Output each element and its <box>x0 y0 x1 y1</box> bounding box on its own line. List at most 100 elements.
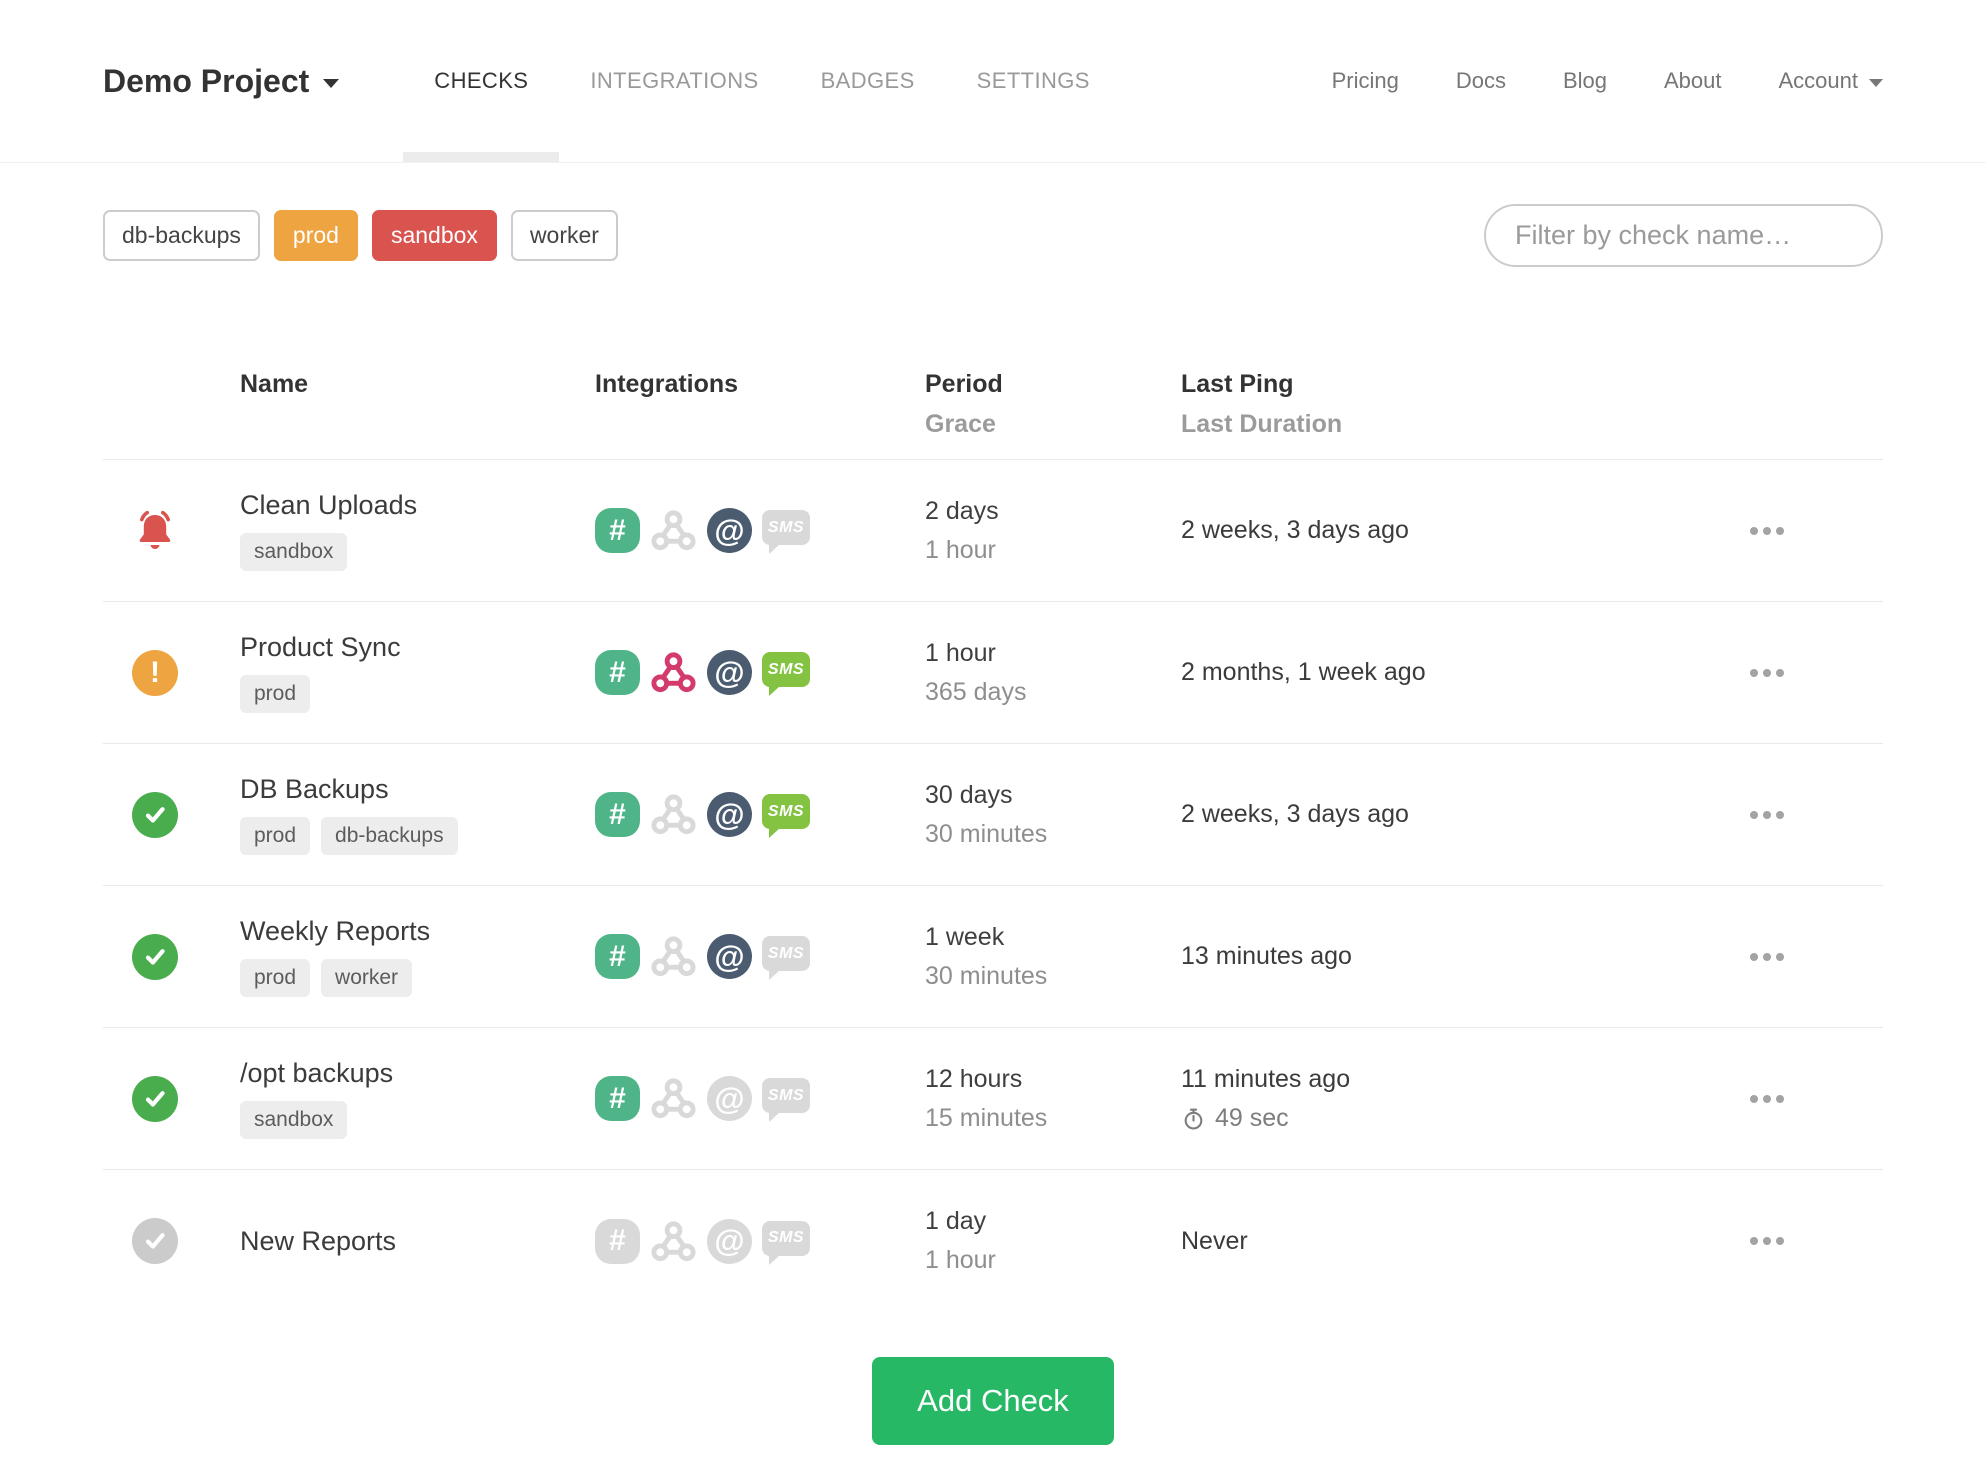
header-last-duration: Last Duration <box>1181 410 1343 438</box>
sms-icon[interactable]: SMS <box>762 652 810 696</box>
account-menu[interactable]: Account <box>1778 68 1883 94</box>
webhook-icon[interactable] <box>650 933 697 980</box>
row-menu-button[interactable] <box>1746 517 1788 545</box>
period-value: 2 days <box>925 496 999 525</box>
integrations-cell: # @ SMS <box>595 791 925 838</box>
link-pricing[interactable]: Pricing <box>1332 68 1399 94</box>
check-up-icon <box>132 1075 178 1122</box>
sms-icon[interactable]: SMS <box>762 794 810 838</box>
project-switcher[interactable]: Demo Project <box>103 0 340 162</box>
last-duration: 49 sec <box>1181 1104 1700 1133</box>
period-cell[interactable]: 1 hour 365 days <box>925 639 1181 707</box>
period-cell[interactable]: 1 day 1 hour <box>925 1207 1181 1275</box>
email-icon[interactable]: @ <box>707 934 752 979</box>
period-value: 1 week <box>925 922 1005 951</box>
slack-icon[interactable]: # <box>595 934 640 979</box>
navbar: Demo Project CHECKS INTEGRATIONS BADGES … <box>0 0 1986 163</box>
tag-filter-sandbox[interactable]: sandbox <box>371 209 497 261</box>
status-icon: ! <box>131 507 179 555</box>
email-icon[interactable]: @ <box>707 1076 752 1121</box>
slack-icon[interactable]: # <box>595 508 640 553</box>
webhook-icon[interactable] <box>650 791 697 838</box>
last-ping: 2 weeks, 3 days ago <box>1181 800 1409 828</box>
slack-icon[interactable]: # <box>595 650 640 695</box>
check-name[interactable]: /opt backups <box>240 1058 595 1089</box>
email-icon[interactable]: @ <box>707 508 752 553</box>
chevron-down-icon <box>323 78 340 88</box>
integrations-cell: # @ SMS <box>595 1218 925 1265</box>
header-name: Name <box>240 370 309 398</box>
check-row: ! Clean Uploads sandbox # @ SMS 2 days 1… <box>103 460 1883 602</box>
grace-value: 1 hour <box>925 535 996 564</box>
period-value: 12 hours <box>925 1064 1023 1093</box>
status-icon: ! <box>131 1075 179 1122</box>
period-cell[interactable]: 12 hours 15 minutes <box>925 1065 1181 1133</box>
tab-integrations[interactable]: INTEGRATIONS <box>559 0 789 162</box>
link-blog[interactable]: Blog <box>1563 68 1607 94</box>
webhook-icon[interactable] <box>650 649 697 696</box>
webhook-icon[interactable] <box>650 1218 697 1265</box>
email-icon[interactable]: @ <box>707 792 752 837</box>
row-menu-button[interactable] <box>1746 943 1788 971</box>
project-name: Demo Project <box>103 62 310 99</box>
sms-icon[interactable]: SMS <box>762 936 810 980</box>
nav-tabs: CHECKS INTEGRATIONS BADGES SETTINGS <box>403 0 1121 162</box>
row-menu-button[interactable] <box>1746 659 1788 687</box>
sms-icon[interactable]: SMS <box>762 510 810 554</box>
link-docs[interactable]: Docs <box>1456 68 1506 94</box>
check-name[interactable]: Clean Uploads <box>240 490 595 521</box>
grace-exclamation-icon: ! <box>132 649 178 696</box>
check-name[interactable]: New Reports <box>240 1226 595 1257</box>
slack-icon[interactable]: # <box>595 1218 640 1264</box>
row-menu-button[interactable] <box>1746 1085 1788 1113</box>
check-up-icon <box>132 933 178 980</box>
period-cell[interactable]: 1 week 30 minutes <box>925 923 1181 991</box>
check-name[interactable]: DB Backups <box>240 774 595 805</box>
grace-value: 1 hour <box>925 1246 996 1274</box>
check-name[interactable]: Weekly Reports <box>240 916 595 947</box>
check-row: ! /opt backups sandbox # @ SMS 12 hours … <box>103 1028 1883 1170</box>
nav-links: Pricing Docs Blog About Account <box>1332 0 1883 162</box>
email-icon[interactable]: @ <box>707 650 752 695</box>
status-icon: ! <box>131 791 179 838</box>
check-tag: prod <box>240 817 311 855</box>
slack-icon[interactable]: # <box>595 1076 640 1121</box>
last-ping: 2 weeks, 3 days ago <box>1181 516 1409 544</box>
slack-icon[interactable]: # <box>595 792 640 837</box>
sms-icon[interactable]: SMS <box>762 1078 810 1122</box>
integrations-cell: # @ SMS <box>595 1075 925 1122</box>
tag-filter-prod[interactable]: prod <box>273 209 358 261</box>
check-row: ! DB Backups prod db-backups # @ SMS 30 … <box>103 744 1883 886</box>
tab-badges[interactable]: BADGES <box>790 0 946 162</box>
filter-toolbar: db-backups prod sandbox worker <box>103 203 1883 267</box>
period-cell[interactable]: 30 days 30 minutes <box>925 781 1181 849</box>
tab-settings[interactable]: SETTINGS <box>946 0 1121 162</box>
tag-filter-worker[interactable]: worker <box>510 209 618 261</box>
status-icon: ! <box>131 649 179 696</box>
period-cell[interactable]: 2 days 1 hour <box>925 497 1181 565</box>
account-label: Account <box>1778 68 1859 93</box>
check-row: ! New Reports # @ SMS 1 day 1 hour Never <box>103 1170 1883 1312</box>
link-about[interactable]: About <box>1664 68 1722 94</box>
period-value: 1 day <box>925 1207 987 1235</box>
chevron-down-icon <box>1869 79 1883 87</box>
integrations-cell: # @ SMS <box>595 649 925 696</box>
row-menu-button[interactable] <box>1746 801 1788 829</box>
check-name-filter-input[interactable] <box>1484 203 1883 267</box>
sms-icon[interactable]: SMS <box>762 1220 810 1265</box>
row-menu-button[interactable] <box>1746 1227 1788 1255</box>
check-tag: sandbox <box>240 533 348 571</box>
last-ping: 2 months, 1 week ago <box>1181 658 1426 686</box>
tag-filter-db-backups[interactable]: db-backups <box>103 209 260 261</box>
webhook-icon[interactable] <box>650 1075 697 1122</box>
header-integrations: Integrations <box>595 370 739 398</box>
alert-bell-icon <box>131 507 179 555</box>
check-name[interactable]: Product Sync <box>240 632 595 663</box>
integrations-cell: # @ SMS <box>595 933 925 980</box>
check-tag: db-backups <box>321 817 458 855</box>
webhook-icon[interactable] <box>650 507 697 554</box>
email-icon[interactable]: @ <box>707 1218 752 1264</box>
add-check-button[interactable]: Add Check <box>872 1357 1114 1445</box>
tab-checks[interactable]: CHECKS <box>403 0 560 162</box>
status-icon: ! <box>131 1218 179 1264</box>
